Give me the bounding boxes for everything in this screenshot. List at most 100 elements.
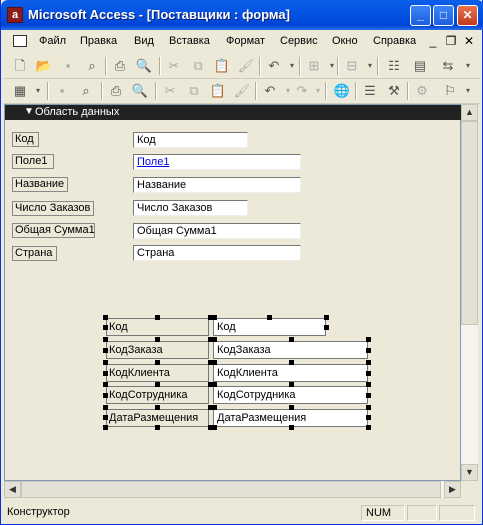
sizing-handle[interactable] <box>212 425 217 430</box>
label-strana[interactable]: Страна <box>12 246 57 261</box>
sizing-handle[interactable] <box>155 315 160 320</box>
form-doc-icon[interactable] <box>13 35 27 47</box>
field-strana[interactable]: Страна <box>133 245 301 261</box>
selected-field-kod[interactable]: Код <box>213 318 326 336</box>
menu-help[interactable]: Справка <box>373 35 416 47</box>
label-pole1[interactable]: Поле1 <box>12 154 54 169</box>
field-nazvanie[interactable]: Название <box>133 177 301 193</box>
sizing-handle[interactable] <box>289 360 294 365</box>
sizing-handle[interactable] <box>212 315 217 320</box>
vertical-scroll-thumb[interactable] <box>461 121 478 325</box>
scroll-down-icon[interactable]: ▼ <box>461 464 478 481</box>
paste-icon[interactable]: 📋 <box>209 82 227 100</box>
copy-icon[interactable]: ⧉ <box>185 82 203 100</box>
sizing-handle[interactable] <box>212 337 217 342</box>
menu-file[interactable]: Файл <box>39 35 66 47</box>
insert-hyperlink-icon[interactable]: 🌐 <box>333 82 351 100</box>
maximize-button[interactable]: □ <box>433 5 454 26</box>
cut-icon[interactable]: ✂ <box>165 57 183 75</box>
format-painter-icon[interactable]: 🖌 <box>233 82 251 100</box>
form-design-area[interactable]: ▼ Область данных Код Код Поле1 Поле1 Наз… <box>4 104 473 481</box>
label-kod[interactable]: Код <box>12 132 39 147</box>
sizing-handle[interactable] <box>366 382 371 387</box>
sizing-handle[interactable] <box>366 360 371 365</box>
view-icon[interactable]: ▦ <box>11 82 29 100</box>
menu-edit[interactable]: Правка <box>80 35 117 47</box>
relationships-icon[interactable]: ⊟ <box>343 57 361 75</box>
sizing-handle[interactable] <box>289 337 294 342</box>
sizing-handle[interactable] <box>366 348 371 353</box>
sizing-handle[interactable] <box>366 337 371 342</box>
menu-tools[interactable]: Сервис <box>280 35 318 47</box>
sizing-handle[interactable] <box>212 360 217 365</box>
print-icon[interactable]: ⎙ <box>111 57 129 75</box>
mdi-restore-button[interactable]: ❐ <box>445 34 457 48</box>
undo-icon[interactable]: ↶ <box>265 57 283 75</box>
field-kod[interactable]: Код <box>133 132 248 148</box>
sizing-handle[interactable] <box>289 382 294 387</box>
save-icon[interactable]: ▪ <box>59 57 77 75</box>
sizing-handle[interactable] <box>366 371 371 376</box>
horizontal-scrollbar[interactable]: ◀ ▶ <box>4 481 461 498</box>
scroll-right-icon[interactable]: ▶ <box>444 481 461 498</box>
selected-label-kod[interactable]: Код <box>106 318 209 336</box>
paste-icon[interactable]: 📋 <box>213 57 231 75</box>
minimize-button[interactable]: _ <box>410 5 431 26</box>
label-nazvanie[interactable]: Название <box>12 177 68 192</box>
database-window-icon[interactable]: ⚐ <box>441 82 459 100</box>
horizontal-scroll-thumb[interactable] <box>21 481 441 498</box>
sizing-handle[interactable] <box>366 415 371 420</box>
sizing-handle[interactable] <box>267 315 272 320</box>
selected-field-kodzakaza[interactable]: КодЗаказа <box>213 341 368 359</box>
build-icon[interactable]: ⚒ <box>385 82 403 100</box>
sizing-handle[interactable] <box>103 415 108 420</box>
insert-hyperlink-icon[interactable]: ⊞ <box>305 57 323 75</box>
sizing-handle[interactable] <box>155 405 160 410</box>
field-chislo-zakazov[interactable]: Число Заказов <box>133 200 248 216</box>
sizing-handle[interactable] <box>324 315 329 320</box>
object-dropdown-icon[interactable]: ⇆ <box>439 57 457 75</box>
sizing-handle[interactable] <box>212 382 217 387</box>
sizing-handle[interactable] <box>366 425 371 430</box>
sizing-handle[interactable] <box>324 325 329 330</box>
properties-icon[interactable]: ▤ <box>411 57 429 75</box>
field-obshaya-summa1[interactable]: Общая Сумма1 <box>133 223 301 239</box>
sizing-handle[interactable] <box>289 405 294 410</box>
sizing-handle[interactable] <box>103 425 108 430</box>
menu-insert[interactable]: Вставка <box>169 35 210 47</box>
save-icon[interactable]: ▪ <box>53 82 71 100</box>
vertical-scrollbar[interactable]: ▲ ▼ <box>461 104 478 481</box>
print-preview-icon[interactable]: 🔍 <box>135 57 153 75</box>
label-obshaya-summa1[interactable]: Общая Сумма1 <box>12 223 95 238</box>
scroll-up-icon[interactable]: ▲ <box>461 104 478 121</box>
sizing-handle[interactable] <box>289 425 294 430</box>
field-pole1[interactable]: Поле1 <box>133 154 301 170</box>
menu-view[interactable]: Вид <box>134 35 154 47</box>
cut-icon[interactable]: ✂ <box>161 82 179 100</box>
field-list-icon[interactable]: ☷ <box>385 57 403 75</box>
sizing-handle[interactable] <box>103 405 108 410</box>
field-list-icon[interactable]: ☰ <box>361 82 379 100</box>
toolbar-options-icon[interactable]: ▾ <box>459 82 477 100</box>
selected-label-kodklienta[interactable]: КодКлиента <box>106 364 209 382</box>
sizing-handle[interactable] <box>212 405 217 410</box>
open-folder-icon[interactable]: 📂 <box>35 57 53 75</box>
sizing-handle[interactable] <box>103 393 108 398</box>
selected-label-kodzakaza[interactable]: КодЗаказа <box>106 341 209 359</box>
sizing-handle[interactable] <box>155 425 160 430</box>
new-icon[interactable]: 🗋 <box>11 57 29 75</box>
menu-format[interactable]: Формат <box>226 35 265 47</box>
mdi-minimize-button[interactable]: _ <box>427 34 439 48</box>
sizing-handle[interactable] <box>103 360 108 365</box>
selected-label-kodsotrudnika[interactable]: КодСотрудника <box>106 386 209 404</box>
copy-icon[interactable]: ⧉ <box>189 57 207 75</box>
sizing-handle[interactable] <box>155 337 160 342</box>
selected-field-kodsotrudnika[interactable]: КодСотрудника <box>213 386 368 404</box>
print-preview-icon[interactable]: 🔍 <box>131 82 149 100</box>
sizing-handle[interactable] <box>103 337 108 342</box>
selected-field-kodklienta[interactable]: КодКлиента <box>213 364 368 382</box>
sizing-handle[interactable] <box>103 371 108 376</box>
label-chislo-zakazov[interactable]: Число Заказов <box>12 201 94 216</box>
sizing-handle[interactable] <box>366 393 371 398</box>
sizing-handle[interactable] <box>366 405 371 410</box>
